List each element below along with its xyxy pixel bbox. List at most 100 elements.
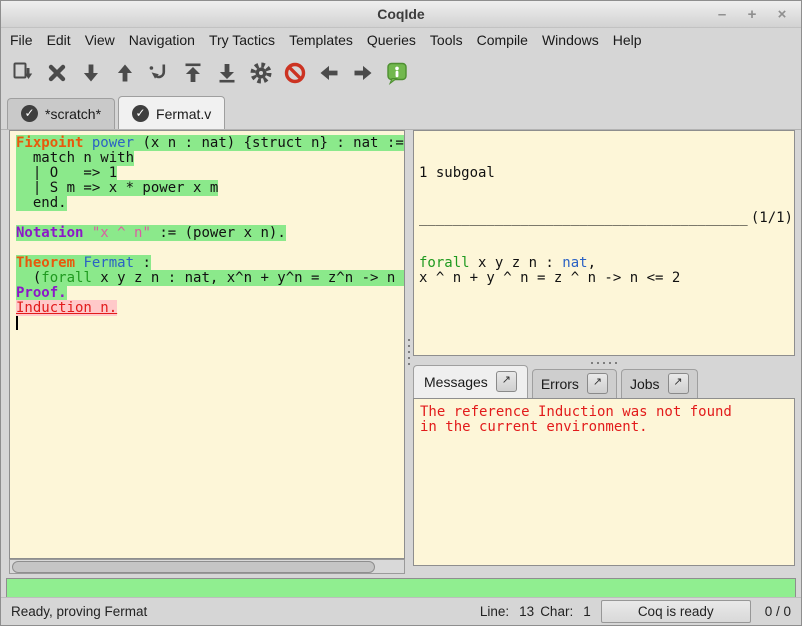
code-line (16, 211, 404, 226)
interrupt-icon (283, 61, 307, 85)
code-editor[interactable]: Fixpoint power (x n : nat) {struct n} : … (9, 130, 405, 559)
tab-label: Errors (541, 376, 579, 392)
progress-bar (6, 578, 796, 598)
goal-separator: _______________________________________ … (419, 211, 793, 226)
tab-label: Messages (424, 374, 488, 390)
close-icon (45, 61, 69, 85)
menu-file[interactable]: File (3, 29, 40, 51)
horizontal-scrollbar[interactable] (9, 559, 405, 574)
tab-check-icon: ✓ (21, 105, 38, 122)
line-label: Line: (480, 604, 509, 619)
coq-status-indicator: Coq is ready (601, 600, 751, 623)
code-line: match n with (16, 151, 404, 166)
code-line: Proof. (16, 286, 404, 301)
message-line: in the current environment. (420, 420, 794, 435)
next-button[interactable] (351, 61, 375, 85)
preferences-button[interactable] (249, 61, 273, 85)
goal-counter: (1/1) (751, 211, 793, 226)
menu-edit[interactable]: Edit (40, 29, 78, 51)
detach-icon: ↗ (593, 376, 602, 388)
tab-label: *scratch* (45, 106, 101, 122)
goal-line: forall x y z n : nat, (419, 256, 794, 271)
tab-messages[interactable]: Messages ↗ (413, 365, 528, 398)
code-line: | O => 1 (16, 166, 404, 181)
go-to-cursor-button[interactable] (147, 61, 171, 85)
go-to-end-button[interactable] (215, 61, 239, 85)
detach-errors-button[interactable]: ↗ (587, 373, 608, 394)
goal-line: x ^ n + y ^ n = z ^ n -> n <= 2 (419, 271, 794, 286)
statusbar: Ready, proving Fermat Line: 13 Char: 1 C… (1, 597, 801, 625)
detach-icon: ↗ (673, 376, 682, 388)
line-value: 13 (519, 604, 534, 619)
code-line: (forall x y z n : nat, x^n + y^n = z^n -… (16, 271, 404, 286)
status-message: Ready, proving Fermat (11, 604, 147, 619)
code-line: Fixpoint power (x n : nat) {struct n} : … (16, 136, 404, 151)
menu-tools[interactable]: Tools (423, 29, 470, 51)
detach-icon: ↗ (502, 374, 511, 386)
code-line: Notation "x ^ n" := (power x n). (16, 226, 404, 241)
goal-lines: forall x y z n : nat,x ^ n + y ^ n = z ^… (419, 256, 794, 286)
jobs-counter: 0 / 0 (765, 604, 791, 619)
save-icon (11, 61, 35, 85)
previous-button[interactable] (317, 61, 341, 85)
code-line: end. (16, 196, 404, 211)
step-backward-icon (113, 61, 137, 85)
step-backward-button[interactable] (113, 61, 137, 85)
vertical-splitter[interactable] (405, 129, 413, 575)
subgoal-header: 1 subgoal (419, 166, 794, 181)
tab-scratch[interactable]: ✓ *scratch* (7, 98, 115, 129)
maximize-button[interactable]: + (741, 3, 763, 25)
menu-navigation[interactable]: Navigation (122, 29, 202, 51)
code-line (16, 241, 404, 256)
menu-try-tactics[interactable]: Try Tactics (202, 29, 282, 51)
menu-help[interactable]: Help (606, 29, 649, 51)
close-buffer-button[interactable] (45, 61, 69, 85)
menu-view[interactable]: View (78, 29, 122, 51)
menu-queries[interactable]: Queries (360, 29, 423, 51)
step-forward-button[interactable] (79, 61, 103, 85)
menu-templates[interactable]: Templates (282, 29, 360, 51)
about-icon (385, 61, 409, 85)
text-cursor (16, 316, 18, 330)
next-icon (351, 61, 375, 85)
coqide-window: CoqIde – + × FileEditViewNavigationTry T… (0, 0, 802, 626)
messages-content[interactable]: The reference Induction was not foundin … (413, 398, 795, 566)
menu-compile[interactable]: Compile (470, 29, 535, 51)
go-to-end-icon (215, 61, 239, 85)
code-line: Theorem Fermat : (16, 256, 404, 271)
detach-messages-button[interactable]: ↗ (496, 371, 517, 392)
main-area: Fixpoint power (x n : nat) {struct n} : … (1, 129, 801, 575)
tab-jobs[interactable]: Jobs ↗ (621, 369, 698, 398)
about-button[interactable] (385, 61, 409, 85)
statusbar-right: Line: 13 Char: 1 Coq is ready 0 / 0 (480, 600, 791, 623)
minimize-button[interactable]: – (711, 3, 733, 25)
go-to-start-icon (181, 61, 205, 85)
document-tabbar: ✓ *scratch* ✓ Fermat.v (1, 94, 801, 130)
tab-label: Fermat.v (156, 106, 211, 122)
goal-pane[interactable]: 1 subgoal ______________________________… (413, 130, 795, 356)
scrollbar-thumb[interactable] (12, 561, 375, 573)
char-label: Char: (540, 604, 573, 619)
go-to-cursor-icon (147, 61, 171, 85)
window-controls: – + × (711, 1, 793, 27)
toolbar (1, 53, 801, 93)
tab-fermat[interactable]: ✓ Fermat.v (118, 96, 225, 129)
code-line: | S m => x * power x m (16, 181, 404, 196)
message-line: The reference Induction was not found (420, 405, 794, 420)
detach-jobs-button[interactable]: ↗ (668, 373, 689, 394)
close-button[interactable]: × (771, 3, 793, 25)
save-button[interactable] (11, 61, 35, 85)
tab-check-icon: ✓ (132, 105, 149, 122)
tab-errors[interactable]: Errors ↗ (532, 369, 617, 398)
window-title: CoqIde (377, 6, 424, 22)
message-tabbar: Messages ↗ Errors ↗ Jobs ↗ (413, 367, 795, 398)
interrupt-button[interactable] (283, 61, 307, 85)
code-line: Induction n. (16, 301, 404, 316)
titlebar: CoqIde – + × (1, 1, 801, 28)
menu-windows[interactable]: Windows (535, 29, 606, 51)
tab-label: Jobs (630, 376, 660, 392)
go-to-start-button[interactable] (181, 61, 205, 85)
step-forward-icon (79, 61, 103, 85)
char-value: 1 (583, 604, 591, 619)
menubar: FileEditViewNavigationTry TacticsTemplat… (1, 27, 801, 53)
